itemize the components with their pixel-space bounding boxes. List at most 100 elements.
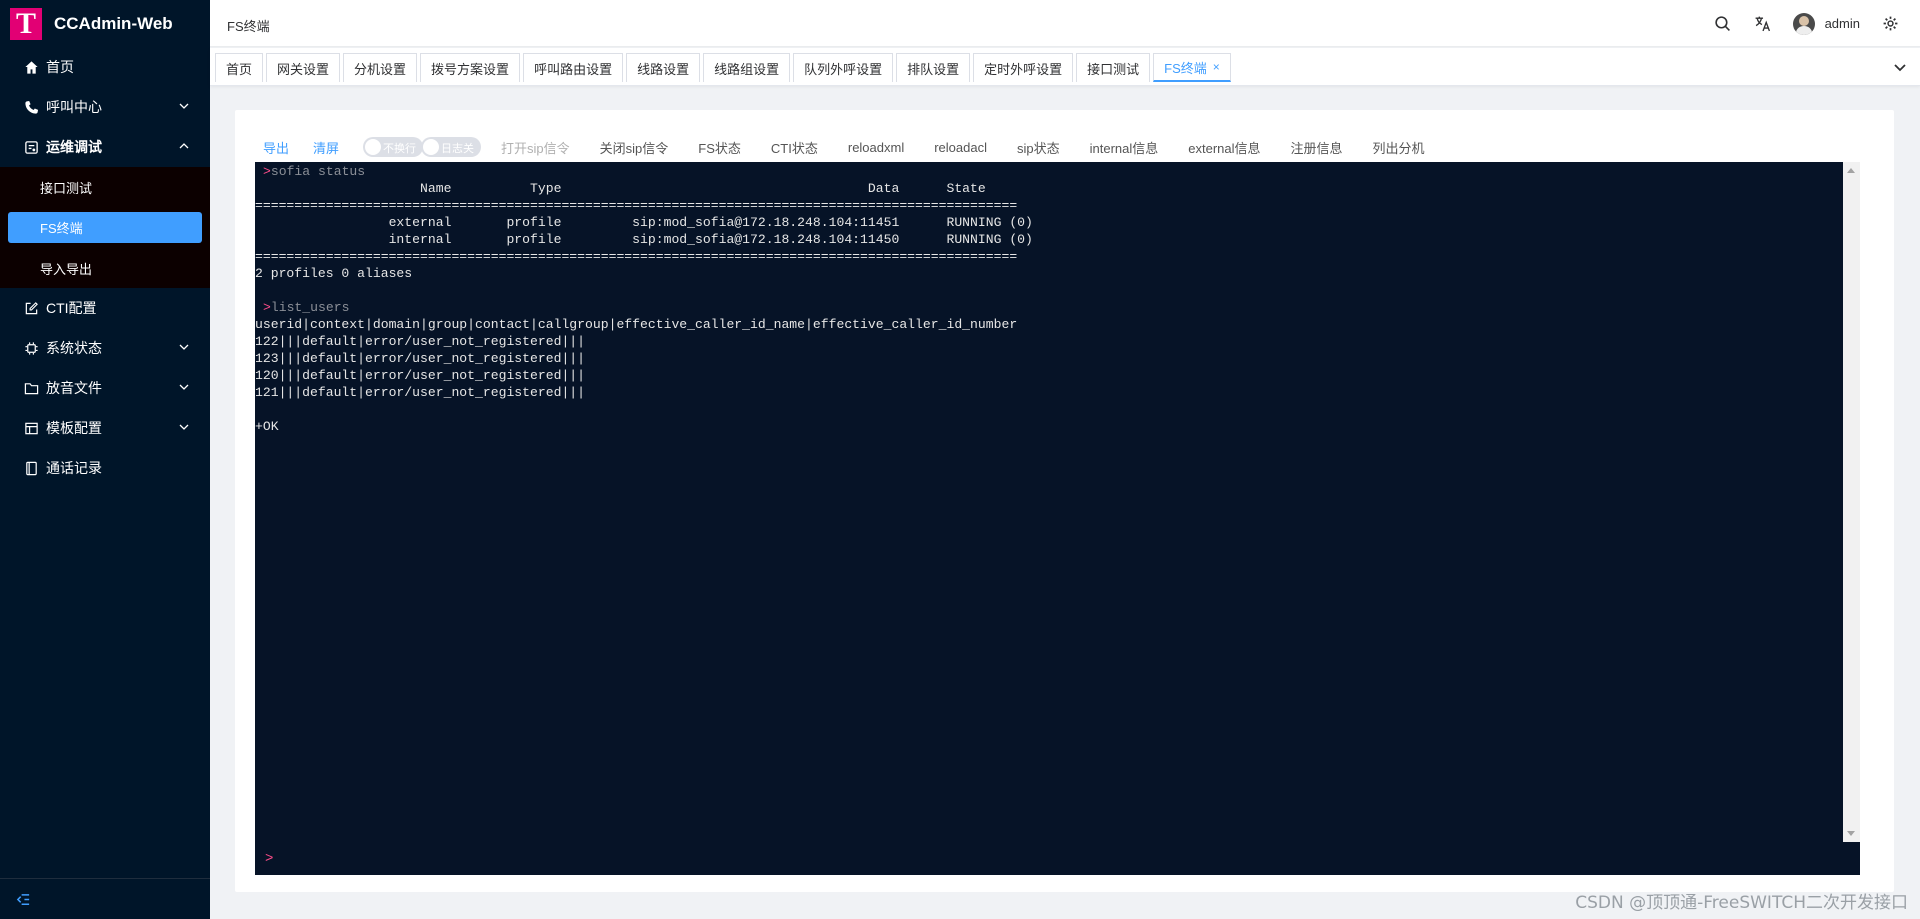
external-info-button[interactable]: external信息 [1188, 138, 1260, 157]
chevron-down-icon[interactable] [1892, 59, 1908, 75]
sidebar-item-system-status[interactable]: 系统状态 [0, 328, 210, 368]
sidebar-item-label: 模板配置 [46, 420, 102, 436]
chevron-down-icon [179, 103, 189, 109]
log-toggle[interactable]: 日志关 [421, 137, 482, 157]
tabs: 首页 网关设置 分机设置 拨号方案设置 呼叫路由设置 线路设置 线路组设置 队列… [215, 53, 1234, 82]
sidebar-item-label: 呼叫中心 [46, 99, 102, 115]
tab-line-settings[interactable]: 线路设置 [626, 53, 701, 82]
terminal-line: 122|||default|error/user_not_registered|… [255, 334, 586, 349]
terminal-scrollbar[interactable] [1843, 162, 1860, 842]
tabs-bar: 首页 网关设置 分机设置 拨号方案设置 呼叫路由设置 线路设置 线路组设置 队列… [210, 48, 1920, 86]
terminal-command: list_users [270, 300, 350, 315]
no-wrap-toggle[interactable]: 不换行 [363, 137, 424, 157]
sidebar-item-import-export[interactable]: 导入导出 [0, 248, 210, 288]
tab-home[interactable]: 首页 [215, 53, 264, 82]
watermark: CSDN @顶顶通-FreeSWITCH二次开发接口 [1575, 893, 1908, 913]
chevron-up-icon [179, 143, 189, 149]
prompt-glyph: > [263, 164, 271, 179]
open-sip-trace-button[interactable]: 打开sip信令 [501, 138, 570, 157]
tab-line-group-settings[interactable]: 线路组设置 [703, 53, 791, 82]
tab-gateway-settings[interactable]: 网关设置 [266, 53, 341, 82]
tab-label: 首页 [226, 61, 253, 77]
close-icon[interactable]: × [1213, 60, 1220, 74]
sidebar-item-cti-config[interactable]: CTI配置 [0, 288, 210, 328]
sip-status-button[interactable]: sip状态 [1017, 138, 1060, 157]
sidebar-item-label: 首页 [46, 59, 74, 75]
tab-queue-settings[interactable]: 排队设置 [896, 53, 971, 82]
gear-icon[interactable] [1880, 14, 1900, 34]
tab-scheduled-outbound-settings[interactable]: 定时外呼设置 [973, 53, 1074, 82]
export-button[interactable]: 导出 [263, 138, 289, 157]
sidebar-item-label: 系统状态 [46, 340, 102, 356]
sidebar-item-label: 运维调试 [46, 139, 102, 155]
sidebar-item-audio-files[interactable]: 放音文件 [0, 368, 210, 408]
sidebar-item-call-records[interactable]: 通话记录 [0, 448, 210, 488]
breadcrumb: FS终端 [227, 19, 270, 34]
template-icon [22, 419, 40, 437]
cti-status-button[interactable]: CTI状态 [771, 138, 818, 157]
chevron-down-icon [179, 344, 189, 350]
tab-call-routing-settings[interactable]: 呼叫路由设置 [523, 53, 624, 82]
sidebar: T CCAdmin-Web 首页 呼叫中心 运维调试 接口测试 FS终端 导入导… [0, 0, 210, 919]
sidebar-item-template-config[interactable]: 模板配置 [0, 408, 210, 448]
app-title: CCAdmin-Web [54, 13, 173, 33]
sidebar-item-label: 放音文件 [46, 380, 102, 396]
sidebar-item-fs-terminal[interactable]: FS终端 [8, 212, 202, 243]
translate-icon[interactable] [1753, 14, 1773, 34]
logo-icon: T [10, 7, 42, 40]
list-extensions-button[interactable]: 列出分机 [1373, 138, 1425, 157]
home-icon [22, 58, 40, 76]
tab-dialplan-settings[interactable]: 拨号方案设置 [420, 53, 521, 82]
internal-info-button[interactable]: internal信息 [1090, 138, 1159, 157]
terminal-card: 导出 清屏 不换行 日志关 打开sip信令 关闭sip信令 FS状态 CTI状态… [235, 110, 1894, 892]
search-icon[interactable] [1713, 14, 1733, 34]
reloadxml-button[interactable]: reloadxml [848, 140, 904, 155]
tab-api-test[interactable]: 接口测试 [1076, 53, 1151, 82]
cpu-icon [22, 339, 40, 357]
sidebar-item-call-center[interactable]: 呼叫中心 [0, 87, 210, 127]
tab-extension-settings[interactable]: 分机设置 [343, 53, 418, 82]
terminal-line: internal profile sip:mod_sofia@172.18.24… [255, 232, 1033, 247]
folder-icon [22, 379, 40, 397]
avatar[interactable] [1792, 12, 1815, 35]
scroll-up-icon[interactable] [1847, 168, 1855, 173]
logo[interactable]: T CCAdmin-Web [0, 0, 210, 47]
fs-status-button[interactable]: FS状态 [698, 138, 741, 157]
tab-fs-terminal[interactable]: FS终端 × [1153, 53, 1231, 82]
sidebar-item-ops-debug[interactable]: 运维调试 [0, 127, 210, 167]
registration-info-button[interactable]: 注册信息 [1291, 138, 1343, 157]
reloadacl-button[interactable]: reloadacl [934, 140, 987, 155]
sidebar-item-label: CTI配置 [46, 300, 97, 316]
terminal[interactable]: >sofia status Name Type Data State =====… [255, 162, 1860, 875]
tab-label: 拨号方案设置 [431, 61, 510, 77]
tab-label: 网关设置 [277, 61, 330, 77]
terminal-command: sofia status [270, 164, 366, 179]
terminal-toolbar: 导出 清屏 不换行 日志关 打开sip信令 关闭sip信令 FS状态 CTI状态… [263, 136, 1455, 158]
terminal-output: >sofia status Name Type Data State =====… [255, 163, 1033, 435]
tab-label: 排队设置 [907, 61, 960, 77]
tab-label: 线路组设置 [714, 61, 780, 77]
clear-screen-button[interactable]: 清屏 [313, 138, 339, 157]
chevron-down-icon [179, 424, 189, 430]
edit-icon [22, 299, 40, 317]
username[interactable]: admin [1825, 16, 1860, 31]
close-sip-trace-button[interactable]: 关闭sip信令 [600, 138, 669, 157]
collapse-sidebar-button[interactable] [0, 878, 210, 919]
sidebar-item-api-test[interactable]: 接口测试 [0, 167, 210, 207]
sidebar-item-home[interactable]: 首页 [0, 47, 210, 87]
tab-label: 线路设置 [637, 61, 690, 77]
tab-label: 接口测试 [1087, 61, 1140, 77]
tab-label: 分机设置 [354, 61, 407, 77]
terminal-input-prompt[interactable]: > [265, 851, 273, 867]
sidebar-item-label: 通话记录 [46, 460, 102, 476]
terminal-line: userid|context|domain|group|contact|call… [255, 317, 1018, 332]
terminal-line: ========================================… [255, 198, 1018, 213]
terminal-command-line: >list_users [255, 299, 1033, 316]
header-actions: admin [1713, 0, 1920, 47]
scroll-down-icon[interactable] [1847, 831, 1855, 836]
phone-icon [22, 98, 40, 116]
tab-queue-outbound-settings[interactable]: 队列外呼设置 [793, 53, 894, 82]
terminal-line: +OK [255, 419, 279, 434]
tab-label: 队列外呼设置 [804, 61, 883, 77]
